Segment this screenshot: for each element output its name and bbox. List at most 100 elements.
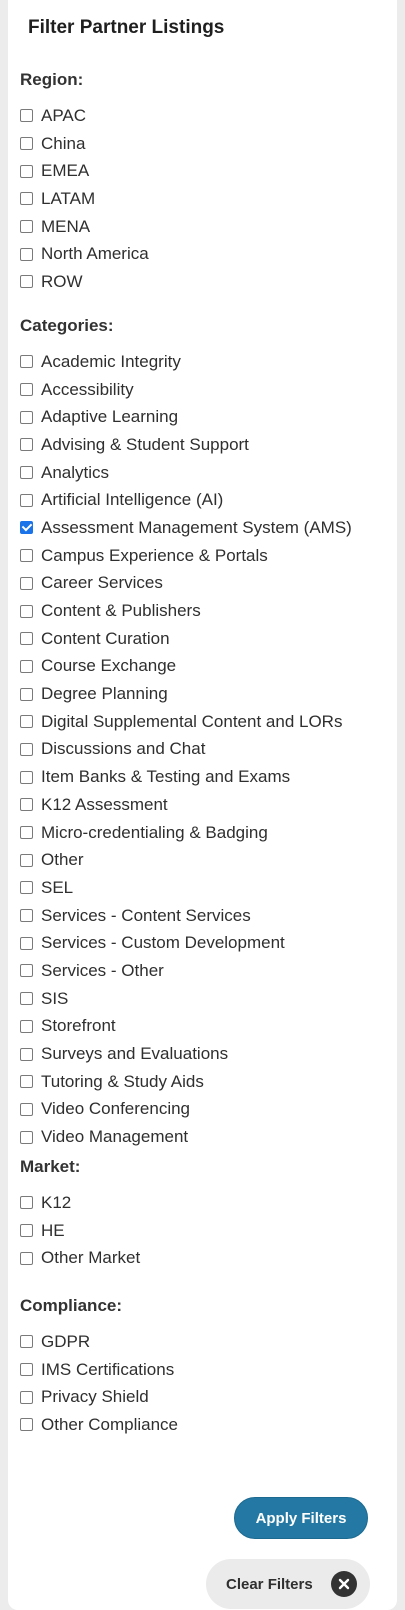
categories-option-sis[interactable]: SIS — [0, 985, 405, 1013]
categories-option-content-publishers[interactable]: Content & Publishers — [0, 597, 405, 625]
checkbox[interactable] — [20, 1196, 33, 1210]
close-icon[interactable] — [331, 1571, 357, 1597]
categories-option-video-conferencing[interactable]: Video Conferencing — [0, 1096, 405, 1124]
categories-option-career-services[interactable]: Career Services — [0, 570, 405, 598]
categories-option-digital-supplemental-content-and-lors[interactable]: Digital Supplemental Content and LORs — [0, 708, 405, 736]
region-option-row[interactable]: ROW — [0, 268, 405, 296]
checkbox[interactable] — [20, 109, 33, 123]
categories-option-campus-experience-portals[interactable]: Campus Experience & Portals — [0, 542, 405, 570]
checkbox[interactable] — [20, 1251, 33, 1265]
checkbox[interactable] — [20, 659, 33, 673]
checkbox[interactable] — [20, 1418, 33, 1432]
market-option-k12[interactable]: K12 — [0, 1189, 405, 1217]
categories-option-surveys-and-evaluations[interactable]: Surveys and Evaluations — [0, 1040, 405, 1068]
checkbox[interactable] — [20, 383, 33, 397]
categories-option-storefront[interactable]: Storefront — [0, 1013, 405, 1041]
checkbox[interactable] — [20, 909, 33, 923]
checkbox[interactable] — [20, 438, 33, 452]
clear-filters-label: Clear Filters — [226, 1575, 313, 1593]
categories-option-assessment-management-system-ams[interactable]: Assessment Management System (AMS) — [0, 514, 405, 542]
option-label: APAC — [41, 105, 87, 125]
categories-option-services-content-services[interactable]: Services - Content Services — [0, 902, 405, 930]
option-label: Other — [41, 850, 84, 870]
checkbox[interactable] — [20, 1102, 33, 1116]
compliance-option-gdpr[interactable]: GDPR — [0, 1328, 405, 1356]
categories-option-discussions-and-chat[interactable]: Discussions and Chat — [0, 736, 405, 764]
checkbox[interactable] — [20, 687, 33, 701]
categories-option-content-curation[interactable]: Content Curation — [0, 625, 405, 653]
region-option-north-america[interactable]: North America — [0, 240, 405, 268]
checkbox[interactable] — [20, 549, 33, 563]
option-label: Content & Publishers — [41, 601, 201, 621]
checkbox[interactable] — [20, 853, 33, 867]
categories-option-services-custom-development[interactable]: Services - Custom Development — [0, 929, 405, 957]
region-option-apac[interactable]: APAC — [0, 102, 405, 130]
region-option-emea[interactable]: EMEA — [0, 157, 405, 185]
option-label: Surveys and Evaluations — [41, 1044, 229, 1064]
checkbox[interactable] — [20, 493, 33, 507]
categories-option-degree-planning[interactable]: Degree Planning — [0, 680, 405, 708]
checkbox[interactable] — [20, 466, 33, 480]
compliance-option-ims-certifications[interactable]: IMS Certifications — [0, 1356, 405, 1384]
categories-option-artificial-intelligence-ai[interactable]: Artificial Intelligence (AI) — [0, 486, 405, 514]
categories-option-academic-integrity[interactable]: Academic Integrity — [0, 348, 405, 376]
option-label: Services - Other — [41, 960, 164, 980]
option-label: GDPR — [41, 1331, 91, 1351]
categories-option-analytics[interactable]: Analytics — [0, 459, 405, 487]
checkbox[interactable] — [20, 164, 33, 178]
option-label: Career Services — [41, 573, 163, 593]
checkbox[interactable] — [20, 881, 33, 895]
checkbox[interactable] — [20, 521, 33, 535]
categories-option-other[interactable]: Other — [0, 846, 405, 874]
clear-filters-button[interactable]: Clear Filters — [206, 1559, 370, 1609]
market-option-other-market[interactable]: Other Market — [0, 1244, 405, 1272]
checkbox[interactable] — [20, 715, 33, 729]
region-option-latam[interactable]: LATAM — [0, 185, 405, 213]
checkbox[interactable] — [20, 1390, 33, 1404]
checkbox[interactable] — [20, 137, 33, 151]
checkbox[interactable] — [20, 632, 33, 646]
checkbox[interactable] — [20, 220, 33, 234]
categories-option-sel[interactable]: SEL — [0, 874, 405, 902]
categories-option-k12-assessment[interactable]: K12 Assessment — [0, 791, 405, 819]
compliance-heading: Compliance: — [20, 1296, 123, 1315]
checkbox[interactable] — [20, 1224, 33, 1238]
categories-option-services-other[interactable]: Services - Other — [0, 957, 405, 985]
checkbox[interactable] — [20, 1047, 33, 1061]
checkbox[interactable] — [20, 604, 33, 618]
apply-filters-button[interactable]: Apply Filters — [234, 1497, 368, 1539]
checkbox[interactable] — [20, 826, 33, 840]
checkbox[interactable] — [20, 1335, 33, 1349]
categories-option-video-management[interactable]: Video Management — [0, 1123, 405, 1151]
checkbox[interactable] — [20, 576, 33, 590]
checkbox[interactable] — [20, 770, 33, 784]
categories-option-adaptive-learning[interactable]: Adaptive Learning — [0, 403, 405, 431]
categories-option-advising-student-support[interactable]: Advising & Student Support — [0, 431, 405, 459]
checkbox[interactable] — [20, 355, 33, 369]
checkbox[interactable] — [20, 247, 33, 261]
option-label: China — [41, 133, 86, 153]
checkbox[interactable] — [20, 1019, 33, 1033]
categories-option-item-banks-testing-and-exams[interactable]: Item Banks & Testing and Exams — [0, 763, 405, 791]
categories-option-accessibility[interactable]: Accessibility — [0, 376, 405, 404]
checkbox[interactable] — [20, 1075, 33, 1089]
categories-option-course-exchange[interactable]: Course Exchange — [0, 653, 405, 681]
checkbox[interactable] — [20, 1130, 33, 1144]
compliance-option-other-compliance[interactable]: Other Compliance — [0, 1411, 405, 1439]
checkbox[interactable] — [20, 742, 33, 756]
option-label: Services - Content Services — [41, 905, 251, 925]
categories-option-micro-credentialing-badging[interactable]: Micro-credentialing & Badging — [0, 819, 405, 847]
checkbox[interactable] — [20, 192, 33, 206]
checkbox[interactable] — [20, 410, 33, 424]
market-option-he[interactable]: HE — [0, 1217, 405, 1245]
categories-option-tutoring-study-aids[interactable]: Tutoring & Study Aids — [0, 1068, 405, 1096]
checkbox[interactable] — [20, 936, 33, 950]
checkbox[interactable] — [20, 1363, 33, 1377]
region-option-mena[interactable]: MENA — [0, 213, 405, 241]
region-option-china[interactable]: China — [0, 130, 405, 158]
checkbox[interactable] — [20, 798, 33, 812]
checkbox[interactable] — [20, 275, 33, 289]
compliance-option-privacy-shield[interactable]: Privacy Shield — [0, 1383, 405, 1411]
checkbox[interactable] — [20, 992, 33, 1006]
checkbox[interactable] — [20, 964, 33, 978]
